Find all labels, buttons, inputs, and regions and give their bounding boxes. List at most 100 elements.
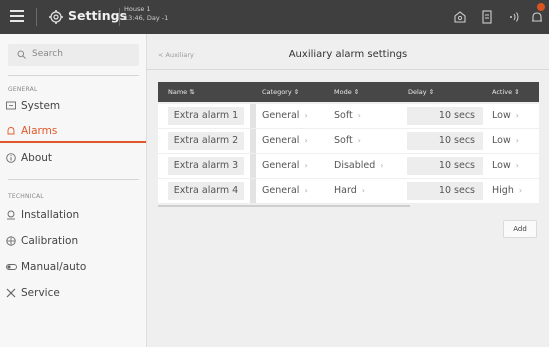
table-row: Extra alarm 2 General › Soft › 10 secs Low… [158, 129, 539, 153]
mode-value: Soft [334, 110, 353, 121]
category-value: General [262, 160, 300, 171]
toggle-icon [6, 264, 17, 270]
category-select[interactable]: General › [262, 160, 308, 171]
mode-value: Disabled [334, 160, 376, 171]
sidebar-item-service[interactable]: Service [0, 281, 146, 305]
house-info[interactable]: House 1 13:46, Day -1 [124, 5, 168, 23]
gear-icon [49, 10, 63, 24]
mode-value: Soft [334, 135, 353, 146]
installation-icon [7, 210, 15, 220]
house-name: House 1 [124, 5, 151, 13]
delay-field[interactable]: 10 secs [407, 157, 483, 175]
monitor-icon [6, 101, 16, 110]
bell-icon [7, 127, 15, 135]
horizontal-scrollbar[interactable] [158, 205, 410, 207]
column-header-mode[interactable]: Mode ⇕ [334, 88, 359, 96]
house-time: 13:46, Day -1 [124, 14, 169, 22]
active-select[interactable]: Low › [492, 110, 519, 121]
active-select[interactable]: High › [492, 185, 522, 196]
mode-value: Hard [334, 185, 357, 196]
add-button[interactable]: Add [503, 220, 537, 238]
chevron-right-icon: › [518, 186, 523, 195]
active-value: Low [492, 110, 511, 121]
alarm-name-field[interactable]: Extra alarm 1 [168, 107, 244, 125]
table-row: Extra alarm 4 General › Hard › 10 secs Hig… [158, 179, 539, 203]
delay-field[interactable]: 10 secs [407, 182, 483, 200]
alarm-name-field[interactable]: Extra alarm 3 [168, 157, 244, 175]
delay-field[interactable]: 10 secs [407, 132, 483, 150]
mode-select[interactable]: Disabled › [334, 160, 383, 171]
top-bar: Settings House 1 13:46, Day -1 [0, 0, 549, 34]
sidebar-item-label: Installation [21, 209, 80, 221]
hamburger-menu-icon[interactable] [10, 10, 24, 22]
mode-select[interactable]: Hard › [334, 185, 365, 196]
row-divider [250, 129, 256, 153]
chevron-right-icon: › [515, 136, 519, 145]
search-input[interactable]: Search [8, 44, 139, 66]
sidebar-item-system[interactable]: System [0, 94, 146, 118]
category-value: General [262, 135, 300, 146]
table-row: Extra alarm 3 General › Disabled › 10 secs… [158, 154, 539, 178]
chevron-right-icon: › [304, 161, 308, 170]
chevron-right-icon: › [515, 111, 519, 120]
page-title: Auxiliary alarm settings [288, 49, 408, 60]
sidebar-divider [8, 179, 139, 180]
info-icon [6, 153, 16, 163]
wireless-icon[interactable] [506, 9, 522, 25]
category-select[interactable]: General › [262, 110, 308, 121]
search-placeholder: Search [32, 49, 63, 59]
home-icon[interactable] [452, 9, 468, 25]
row-divider [250, 154, 256, 178]
sidebar-item-installation[interactable]: Installation [0, 203, 146, 227]
chevron-right-icon: › [361, 186, 365, 195]
tools-icon [6, 288, 16, 298]
sidebar-item-about[interactable]: About [0, 146, 146, 170]
category-value: General [262, 110, 300, 121]
active-select[interactable]: Low › [492, 160, 519, 171]
sidebar-item-label: About [21, 152, 53, 164]
table-header: Name ⇅ Category ⇕ Mode ⇕ Delay ⇕ Active … [158, 82, 539, 102]
sidebar-item-calibration[interactable]: Calibration [0, 229, 146, 253]
delay-field[interactable]: 10 secs [407, 107, 483, 125]
chevron-right-icon: › [357, 111, 361, 120]
calibration-icon [6, 236, 16, 246]
table-row: Extra alarm 1 General › Soft › 10 secs Low… [158, 104, 539, 128]
row-divider [250, 179, 256, 203]
sidebar-item-label: Alarms [21, 125, 58, 137]
notification-badge [537, 3, 545, 11]
row-divider [250, 104, 256, 128]
topbar-divider [119, 8, 120, 26]
active-value: Low [492, 135, 511, 146]
category-select[interactable]: General › [262, 135, 308, 146]
active-value: High [492, 185, 514, 196]
sidebar-item-label: System [21, 100, 61, 112]
sidebar-divider [8, 75, 139, 76]
search-icon [17, 50, 26, 59]
mode-select[interactable]: Soft › [334, 110, 361, 121]
alarm-name-field[interactable]: Extra alarm 2 [168, 132, 244, 150]
category-select[interactable]: General › [262, 185, 308, 196]
section-label-technical: TECHNICAL [8, 193, 44, 200]
notification-bell-icon[interactable] [529, 9, 545, 25]
column-header-active[interactable]: Active ⇕ [492, 88, 520, 96]
chevron-right-icon: › [380, 161, 384, 170]
chevron-right-icon: › [357, 136, 361, 145]
sidebar: Search GENERAL System Alarms About TECHN… [0, 34, 147, 347]
section-label-general: GENERAL [8, 86, 38, 93]
column-header-name[interactable]: Name ⇅ [168, 88, 195, 96]
sidebar-item-label: Service [21, 287, 60, 299]
category-value: General [262, 185, 300, 196]
active-select[interactable]: Low › [492, 135, 519, 146]
mode-select[interactable]: Soft › [334, 135, 361, 146]
document-icon[interactable] [479, 9, 495, 25]
sidebar-item-label: Calibration [21, 235, 79, 247]
sidebar-item-alarms[interactable]: Alarms [0, 119, 146, 143]
sidebar-item-manual-auto[interactable]: Manual/auto [0, 255, 146, 279]
column-header-category[interactable]: Category ⇕ [262, 88, 299, 96]
chevron-right-icon: › [304, 136, 308, 145]
chevron-right-icon: › [515, 161, 519, 170]
alarm-name-field[interactable]: Extra alarm 4 [168, 182, 244, 200]
chevron-right-icon: › [304, 186, 308, 195]
column-header-delay[interactable]: Delay ⇕ [408, 88, 434, 96]
active-value: Low [492, 160, 511, 171]
